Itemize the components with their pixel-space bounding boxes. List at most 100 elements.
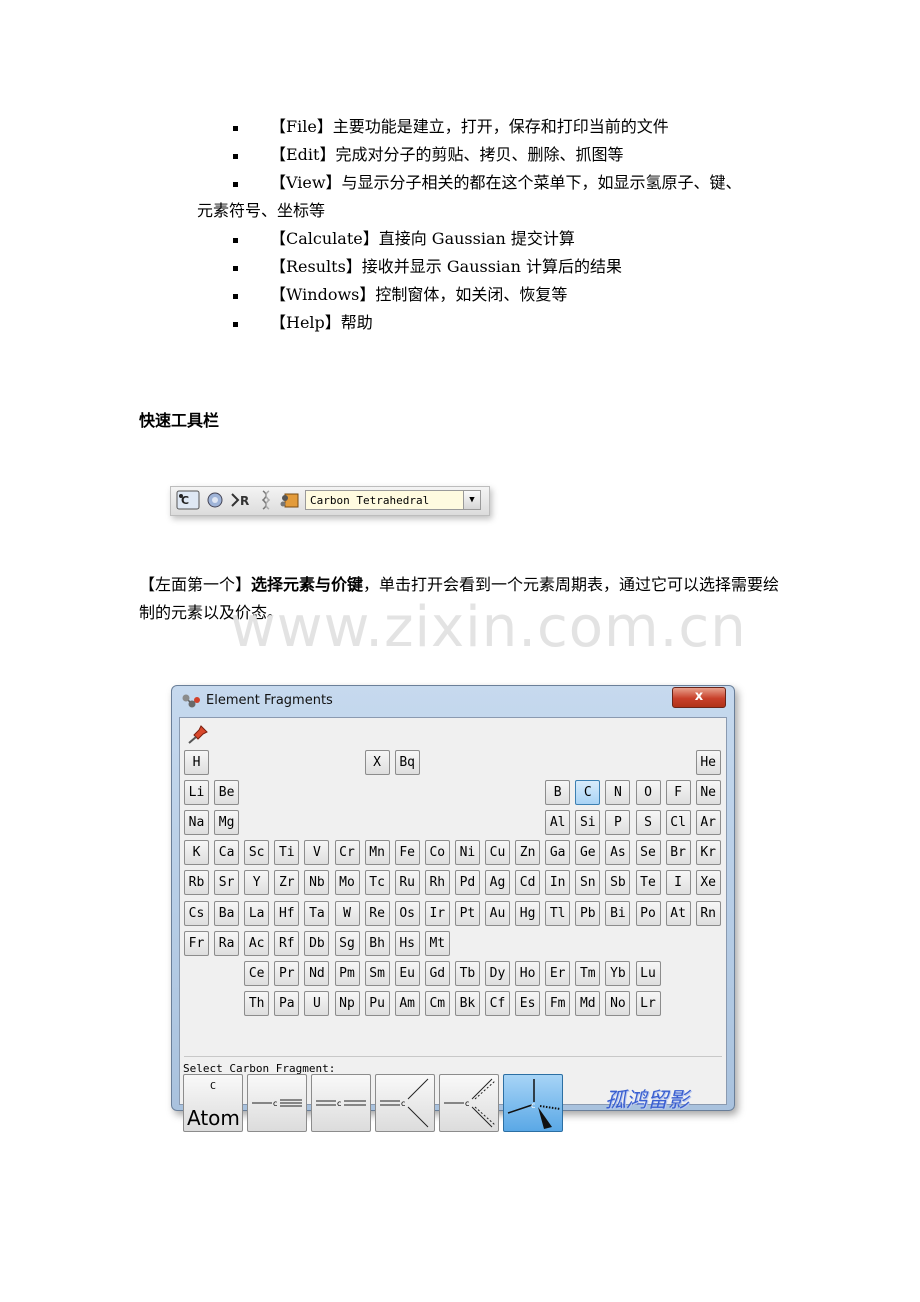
element-button-pb[interactable]: Pb — [575, 900, 601, 926]
element-button-bi[interactable]: Bi — [605, 900, 631, 926]
element-button-s[interactable]: S — [635, 810, 661, 836]
element-button-as[interactable]: As — [605, 840, 631, 866]
element-button-n[interactable]: N — [605, 780, 631, 806]
element-button-mn[interactable]: Mn — [364, 840, 390, 866]
element-button-rn[interactable]: Rn — [695, 900, 721, 926]
element-button-ca[interactable]: Ca — [214, 840, 240, 866]
element-button-pr[interactable]: Pr — [274, 960, 300, 986]
element-button-sc[interactable]: Sc — [244, 840, 270, 866]
fragment-tetrahedral-button[interactable]: c — [503, 1074, 563, 1132]
element-button-u[interactable]: U — [304, 990, 330, 1016]
element-button-ac[interactable]: Ac — [244, 930, 270, 956]
element-button-p[interactable]: P — [605, 810, 631, 836]
element-button-pd[interactable]: Pd — [454, 870, 480, 896]
element-button-pu[interactable]: Pu — [364, 990, 390, 1016]
element-button-sm[interactable]: Sm — [364, 960, 390, 986]
element-button-ra[interactable]: Ra — [214, 930, 240, 956]
chevron-down-icon[interactable]: ▼ — [463, 491, 480, 509]
element-button-cl[interactable]: Cl — [665, 810, 691, 836]
element-button-mo[interactable]: Mo — [334, 870, 360, 896]
element-button-tc[interactable]: Tc — [364, 870, 390, 896]
element-button-ir[interactable]: Ir — [424, 900, 450, 926]
element-button-sg[interactable]: Sg — [334, 930, 360, 956]
element-button-cd[interactable]: Cd — [515, 870, 541, 896]
element-button-cu[interactable]: Cu — [485, 840, 510, 866]
element-button-tl[interactable]: Tl — [545, 900, 571, 926]
element-fragment-icon[interactable]: C — [176, 490, 200, 510]
element-button-cm[interactable]: Cm — [424, 990, 450, 1016]
element-button-ag[interactable]: Ag — [485, 870, 510, 896]
element-button-sn[interactable]: Sn — [575, 870, 601, 896]
element-button-br[interactable]: Br — [665, 840, 691, 866]
element-button-be[interactable]: Be — [214, 780, 240, 806]
element-button-th[interactable]: Th — [244, 990, 270, 1016]
element-button-ti[interactable]: Ti — [274, 840, 300, 866]
element-button-na[interactable]: Na — [184, 810, 209, 836]
element-button-zr[interactable]: Zr — [274, 870, 300, 896]
element-button-hs[interactable]: Hs — [394, 930, 420, 956]
element-button-hg[interactable]: Hg — [515, 900, 541, 926]
element-button-pt[interactable]: Pt — [454, 900, 480, 926]
element-button-k[interactable]: K — [184, 840, 209, 866]
element-button-y[interactable]: Y — [244, 870, 270, 896]
element-button-lr[interactable]: Lr — [635, 990, 661, 1016]
element-button-po[interactable]: Po — [635, 900, 661, 926]
element-button-au[interactable]: Au — [485, 900, 510, 926]
element-button-i[interactable]: I — [665, 870, 691, 896]
element-button-np[interactable]: Np — [334, 990, 360, 1016]
element-button-ru[interactable]: Ru — [394, 870, 420, 896]
element-button-re[interactable]: Re — [364, 900, 390, 926]
element-button-eu[interactable]: Eu — [394, 960, 420, 986]
element-button-ho[interactable]: Ho — [515, 960, 541, 986]
element-button-he[interactable]: He — [695, 750, 721, 775]
element-button-te[interactable]: Te — [635, 870, 661, 896]
element-button-bh[interactable]: Bh — [364, 930, 390, 956]
element-button-yb[interactable]: Yb — [605, 960, 631, 986]
element-button-ce[interactable]: Ce — [244, 960, 270, 986]
element-button-ta[interactable]: Ta — [304, 900, 330, 926]
element-button-db[interactable]: Db — [304, 930, 330, 956]
element-button-nd[interactable]: Nd — [304, 960, 330, 986]
element-button-ne[interactable]: Ne — [695, 780, 721, 806]
element-button-fe[interactable]: Fe — [394, 840, 420, 866]
element-button-ni[interactable]: Ni — [454, 840, 480, 866]
element-button-ba[interactable]: Ba — [214, 900, 240, 926]
ring-fragment-icon[interactable] — [205, 490, 225, 510]
element-button-pa[interactable]: Pa — [274, 990, 300, 1016]
element-button-h[interactable]: H — [184, 750, 209, 775]
element-button-er[interactable]: Er — [545, 960, 571, 986]
element-button-fm[interactable]: Fm — [545, 990, 571, 1016]
element-button-se[interactable]: Se — [635, 840, 661, 866]
custom-fragment-icon[interactable] — [279, 490, 301, 510]
element-button-rf[interactable]: Rf — [274, 930, 300, 956]
element-button-li[interactable]: Li — [184, 780, 209, 806]
element-button-ar[interactable]: Ar — [695, 810, 721, 836]
fragment-trigonal-dashed-button[interactable]: c — [439, 1074, 499, 1132]
element-button-nb[interactable]: Nb — [304, 870, 330, 896]
element-button-c[interactable]: C — [575, 780, 601, 806]
element-button-es[interactable]: Es — [515, 990, 541, 1016]
element-button-no[interactable]: No — [605, 990, 631, 1016]
element-button-rh[interactable]: Rh — [424, 870, 450, 896]
element-button-hf[interactable]: Hf — [274, 900, 300, 926]
close-button[interactable]: x — [672, 687, 726, 708]
element-button-b[interactable]: B — [545, 780, 571, 806]
fragment-trigonal-button[interactable]: c — [375, 1074, 435, 1132]
fragment-atom-button[interactable]: C Atom — [183, 1074, 243, 1132]
element-button-tb[interactable]: Tb — [454, 960, 480, 986]
element-button-si[interactable]: Si — [575, 810, 601, 836]
element-button-x[interactable]: X — [364, 750, 390, 775]
fragment-select[interactable]: Carbon Tetrahedral ▼ — [305, 490, 481, 510]
element-button-sb[interactable]: Sb — [605, 870, 631, 896]
element-button-pm[interactable]: Pm — [334, 960, 360, 986]
element-button-in[interactable]: In — [545, 870, 571, 896]
element-button-bq[interactable]: Bq — [394, 750, 420, 775]
element-button-md[interactable]: Md — [575, 990, 601, 1016]
element-button-kr[interactable]: Kr — [695, 840, 721, 866]
biological-fragment-icon[interactable] — [259, 490, 273, 510]
pin-icon[interactable] — [187, 724, 209, 744]
element-button-la[interactable]: La — [244, 900, 270, 926]
element-button-dy[interactable]: Dy — [485, 960, 510, 986]
element-button-ga[interactable]: Ga — [545, 840, 571, 866]
element-button-w[interactable]: W — [334, 900, 360, 926]
